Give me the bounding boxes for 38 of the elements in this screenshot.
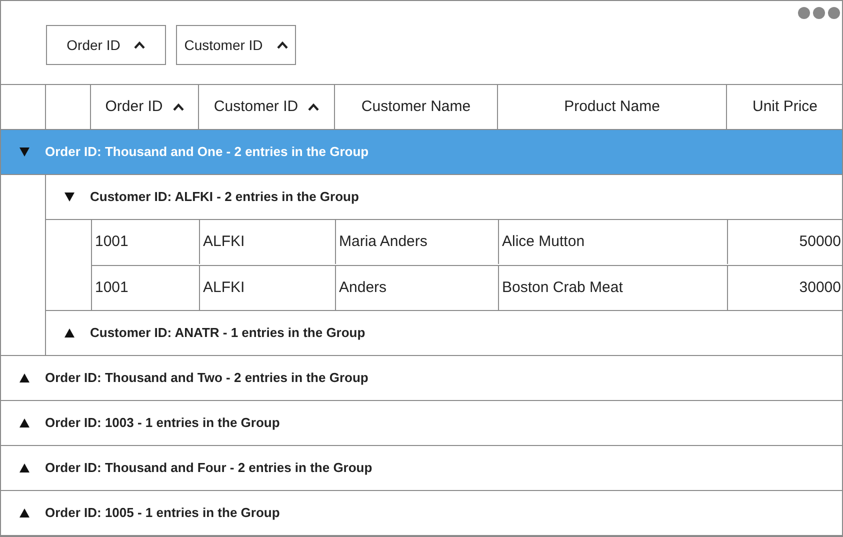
column-header[interactable]: Customer Name: [335, 85, 498, 129]
group-caption: Order ID: 1005 - 1 entries in the Group: [45, 504, 280, 522]
table-cell: 1001: [92, 266, 200, 310]
table-cell: ALFKI: [200, 266, 336, 310]
subgroup-row[interactable]: Customer ID: ANATR - 1 entries in the Group: [46, 311, 842, 356]
expand-triangle-icon[interactable]: [64, 328, 75, 338]
expand-triangle-icon[interactable]: [19, 373, 30, 383]
table-cell: Anders: [336, 266, 499, 310]
subgroup-row[interactable]: Customer ID: ALFKI - 2 entries in the Group: [46, 175, 842, 220]
group-caption: Order ID: Thousand and Two - 2 entries in the Group: [45, 369, 368, 388]
group-row[interactable]: Order ID: 1005 - 1 entries in the Group: [1, 491, 842, 536]
table-cell: 1001: [92, 220, 200, 264]
column-header[interactable]: Order ID: [91, 85, 199, 129]
table-cell: 50000: [728, 220, 842, 264]
table-cell: Boston Crab Meat: [499, 266, 728, 310]
group-row[interactable]: Order ID: Thousand and Four - 2 entries in the Group: [1, 446, 842, 491]
column-header[interactable]: Product Name: [498, 85, 727, 129]
column-header[interactable]: Unit Price: [727, 85, 842, 129]
group-caption: Order ID: Thousand and One - 2 entries in the Group: [45, 143, 369, 162]
expand-triangle-icon[interactable]: [19, 463, 30, 473]
expand-triangle-icon[interactable]: [19, 508, 30, 518]
subgroup-caption: Customer ID: ALFKI - 2 entries in the Group: [90, 188, 359, 206]
column-header[interactable]: Customer ID: [199, 85, 335, 129]
group-by-chip[interactable]: Order ID: [46, 25, 166, 65]
subgroup-caption: Customer ID: ANATR - 1 entries in the Group: [90, 324, 366, 342]
collapse-triangle-icon[interactable]: [64, 192, 75, 202]
group-row[interactable]: Order ID: Thousand and Two - 2 entries in the Group: [1, 356, 842, 401]
table-cell: ALFKI: [200, 220, 336, 264]
table-cell: Alice Mutton: [499, 220, 728, 264]
table-cell: 30000: [728, 266, 842, 310]
table-cell: Maria Anders: [336, 220, 499, 264]
collapse-triangle-icon[interactable]: [19, 147, 30, 157]
group-by-chip[interactable]: Customer ID: [176, 25, 296, 65]
group-row[interactable]: Order ID: 1003 - 1 entries in the Group: [1, 401, 842, 446]
group-caption: Order ID: 1003 - 1 entries in the Group: [45, 414, 280, 432]
group-caption: Order ID: Thousand and Four - 2 entries in the Group: [45, 459, 372, 478]
more-options-icon[interactable]: [798, 7, 840, 19]
expand-triangle-icon[interactable]: [19, 418, 30, 428]
